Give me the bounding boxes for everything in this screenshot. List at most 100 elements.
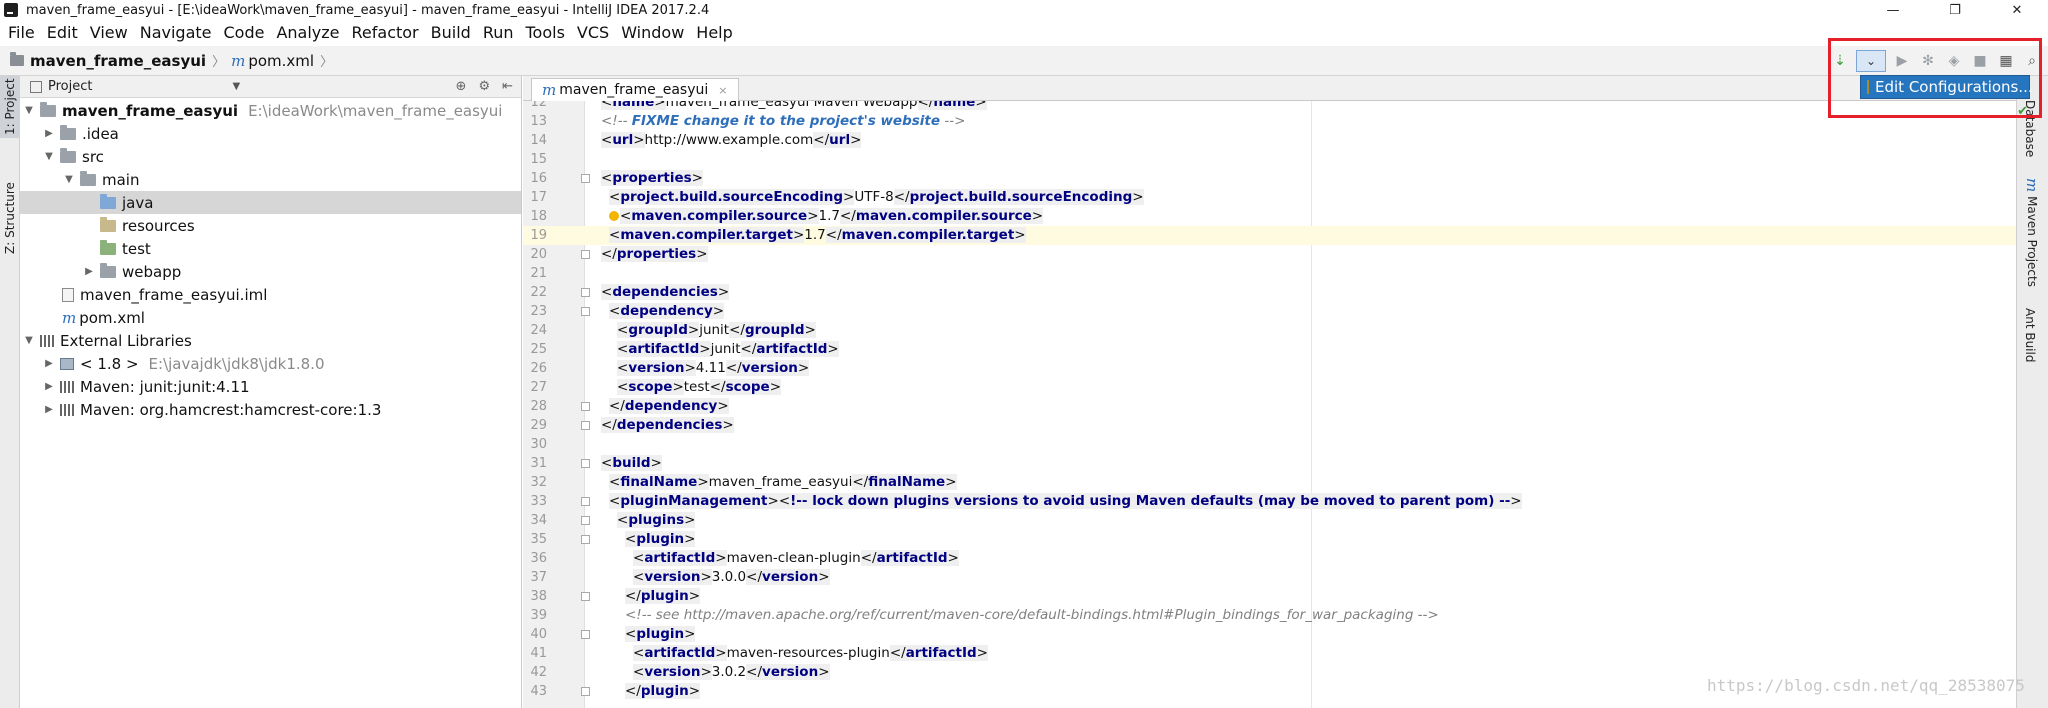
menu-navigate[interactable]: Navigate: [134, 20, 218, 46]
code-line[interactable]: 16 <properties>: [523, 169, 2016, 188]
code-line[interactable]: 25 <artifactId>junit</artifactId>: [523, 340, 2016, 359]
structure-tool-tab[interactable]: Z: Structure: [0, 174, 20, 262]
code-line[interactable]: 19 <maven.compiler.target>1.7</maven.comp…: [523, 226, 2016, 245]
chevron-right-icon[interactable]: ▶: [42, 128, 56, 139]
code-line[interactable]: 34 <plugins>: [523, 511, 2016, 530]
tree-item-resources[interactable]: resources: [20, 214, 521, 237]
tree-item-java[interactable]: java: [20, 191, 521, 214]
fold-marker-icon[interactable]: [581, 516, 590, 525]
coverage-icon[interactable]: ◈: [1944, 51, 1964, 71]
chevron-down-icon[interactable]: ▼: [62, 174, 76, 185]
tree-item-webapp[interactable]: ▶ webapp: [20, 260, 521, 283]
tree-item-src[interactable]: ▼ src: [20, 145, 521, 168]
project-view-label[interactable]: Project: [48, 79, 92, 94]
run-icon[interactable]: ▶: [1892, 51, 1912, 71]
ant-build-tool-tab[interactable]: Ant Build: [2023, 308, 2037, 362]
tree-item-external-libraries[interactable]: ▼ External Libraries: [20, 329, 521, 352]
tree-item-root[interactable]: ▼ maven_frame_easyui E:\ideaWork\maven_f…: [20, 99, 521, 122]
fold-marker-icon[interactable]: [581, 687, 590, 696]
restore-button[interactable]: ❐: [1924, 0, 1986, 20]
menu-code[interactable]: Code: [218, 20, 271, 46]
code-line[interactable]: 35 <plugin>: [523, 530, 2016, 549]
fold-marker-icon[interactable]: [581, 250, 590, 259]
menu-run[interactable]: Run: [477, 20, 520, 46]
search-icon[interactable]: ⌕: [2022, 51, 2042, 71]
tree-item-idea[interactable]: ▶ .idea: [20, 122, 521, 145]
make-icon[interactable]: ⇣: [1830, 51, 1850, 71]
fold-marker-icon[interactable]: [581, 307, 590, 316]
code-line[interactable]: 31 <build>: [523, 454, 2016, 473]
menu-build[interactable]: Build: [425, 20, 477, 46]
fold-marker-icon[interactable]: [581, 174, 590, 183]
maven-projects-tool-tab[interactable]: m Maven Projects: [2023, 178, 2041, 287]
code-line[interactable]: 37 <version>3.0.0</version>: [523, 568, 2016, 587]
code-line[interactable]: 26 <version>4.11</version>: [523, 359, 2016, 378]
code-line[interactable]: 28 </dependency>: [523, 397, 2016, 416]
code-line[interactable]: 21: [523, 264, 2016, 283]
fold-marker-icon[interactable]: [581, 402, 590, 411]
fold-marker-icon[interactable]: [581, 535, 590, 544]
tree-item-junit[interactable]: ▶ Maven: junit:junit:4.11: [20, 375, 521, 398]
menu-view[interactable]: View: [84, 20, 134, 46]
code-line[interactable]: 24 <groupId>junit</groupId>: [523, 321, 2016, 340]
tree-item-jdk[interactable]: ▶ < 1.8 > E:\javajdk\jdk8\jdk1.8.0: [20, 352, 521, 375]
hide-panel-icon[interactable]: ⇤: [502, 79, 513, 94]
chevron-down-icon[interactable]: ▼: [42, 151, 56, 162]
run-configuration-dropdown[interactable]: ⌄: [1856, 50, 1886, 72]
code-area[interactable]: 12 <name>maven_frame_easyui Maven Webapp<…: [523, 101, 2016, 708]
code-line[interactable]: 18 <maven.compiler.source>1.7</maven.comp…: [523, 207, 2016, 226]
code-line[interactable]: 32 <finalName>maven_frame_easyui</finalNa…: [523, 473, 2016, 492]
breadcrumb-file[interactable]: pom.xml: [248, 52, 314, 70]
code-line[interactable]: 40 <plugin>: [523, 625, 2016, 644]
chevron-right-icon[interactable]: ▶: [42, 404, 56, 415]
menu-analyze[interactable]: Analyze: [270, 20, 345, 46]
code-line[interactable]: 17 <project.build.sourceEncoding>UTF-8</p…: [523, 188, 2016, 207]
tree-item-iml[interactable]: maven_frame_easyui.iml: [20, 283, 521, 306]
code-line[interactable]: 29 </dependencies>: [523, 416, 2016, 435]
tree-item-main[interactable]: ▼ main: [20, 168, 521, 191]
code-line[interactable]: 20 </properties>: [523, 245, 2016, 264]
chevron-down-icon[interactable]: ▼: [232, 81, 240, 92]
tree-item-test[interactable]: test: [20, 237, 521, 260]
chevron-right-icon[interactable]: ▶: [42, 381, 56, 392]
close-button[interactable]: ✕: [1986, 0, 2048, 20]
debug-icon[interactable]: ✻: [1918, 51, 1938, 71]
menu-refactor[interactable]: Refactor: [346, 20, 425, 46]
menu-tools[interactable]: Tools: [520, 20, 571, 46]
code-line[interactable]: 23 <dependency>: [523, 302, 2016, 321]
edit-configurations-menu-item[interactable]: Edit Configurations...: [1860, 75, 2033, 99]
code-line[interactable]: 14 <url>http://www.example.com</url>: [523, 131, 2016, 150]
code-line[interactable]: 36 <artifactId>maven-clean-plugin</artifa…: [523, 549, 2016, 568]
fold-marker-icon[interactable]: [581, 459, 590, 468]
code-line[interactable]: 33 <pluginManagement><!-- lock down plugi…: [523, 492, 2016, 511]
chevron-right-icon[interactable]: ▶: [42, 358, 56, 369]
menu-help[interactable]: Help: [690, 20, 738, 46]
collapse-all-icon[interactable]: ⊕: [456, 79, 467, 94]
code-line[interactable]: 41 <artifactId>maven-resources-plugin</ar…: [523, 644, 2016, 663]
menu-edit[interactable]: Edit: [41, 20, 84, 46]
code-line[interactable]: 39 <!-- see http://maven.apache.org/ref/c…: [523, 606, 2016, 625]
stop-icon[interactable]: ■: [1970, 51, 1990, 71]
code-line[interactable]: 38 </plugin>: [523, 587, 2016, 606]
gear-icon[interactable]: ⚙: [478, 79, 490, 94]
project-structure-icon[interactable]: ▦: [1996, 51, 2016, 71]
fold-marker-icon[interactable]: [581, 421, 590, 430]
editor-tab-pom[interactable]: m maven_frame_easyui ×: [531, 78, 739, 101]
lightbulb-icon[interactable]: [609, 211, 619, 221]
code-line[interactable]: 27 <scope>test</scope>: [523, 378, 2016, 397]
menu-file[interactable]: File: [2, 20, 41, 46]
chevron-down-icon[interactable]: ▼: [22, 335, 36, 346]
fold-marker-icon[interactable]: [581, 630, 590, 639]
code-line[interactable]: 15: [523, 150, 2016, 169]
breadcrumb-project[interactable]: maven_frame_easyui: [30, 52, 206, 70]
close-icon[interactable]: ×: [718, 84, 727, 97]
code-line[interactable]: 12 <name>maven_frame_easyui Maven Webapp<…: [523, 101, 2016, 112]
fold-marker-icon[interactable]: [581, 497, 590, 506]
code-line[interactable]: 13 <!-- FIXME change it to the project's …: [523, 112, 2016, 131]
tree-item-hamcrest[interactable]: ▶ Maven: org.hamcrest:hamcrest-core:1.3: [20, 398, 521, 421]
tree-item-pom[interactable]: m pom.xml: [20, 306, 521, 329]
fold-marker-icon[interactable]: [581, 288, 590, 297]
chevron-right-icon[interactable]: ▶: [82, 266, 96, 277]
menu-vcs[interactable]: VCS: [571, 20, 615, 46]
menu-window[interactable]: Window: [615, 20, 690, 46]
